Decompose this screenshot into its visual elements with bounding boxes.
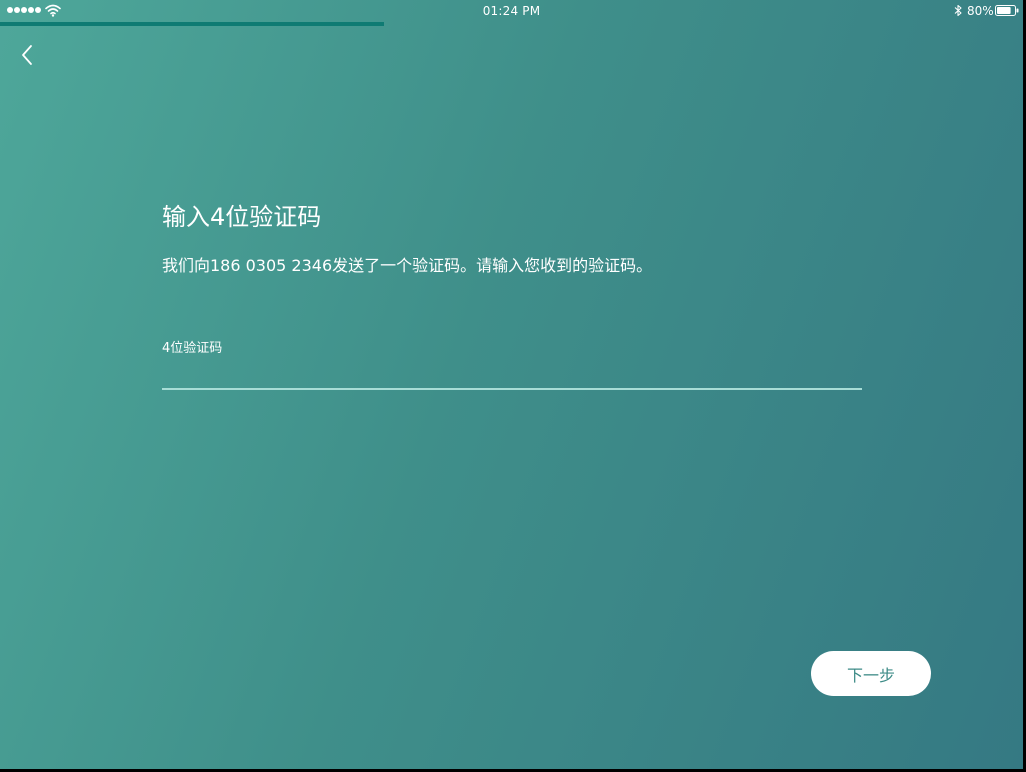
battery-icon (995, 5, 1019, 16)
status-time: 01:24 PM (482, 4, 541, 18)
chevron-left-icon (22, 45, 32, 65)
back-button[interactable] (12, 38, 46, 72)
verification-code-input[interactable] (162, 358, 862, 390)
status-bar: 01:24 PM 80% (0, 0, 1023, 22)
next-button[interactable]: 下一步 (811, 651, 931, 696)
bluetooth-icon (954, 4, 962, 17)
verification-screen: 01:24 PM 80% 输入4位验证码 我们向186 0305 2346发送了… (0, 0, 1023, 769)
code-field-label: 4位验证码 (162, 341, 223, 356)
page-title: 输入4位验证码 (162, 203, 322, 231)
battery-percentage: 80% (967, 4, 994, 18)
progress-bar (0, 22, 1023, 26)
instruction-text: 我们向186 0305 2346发送了一个验证码。请输入您收到的验证码。 (162, 256, 653, 275)
progress-bar-fill (0, 22, 384, 26)
